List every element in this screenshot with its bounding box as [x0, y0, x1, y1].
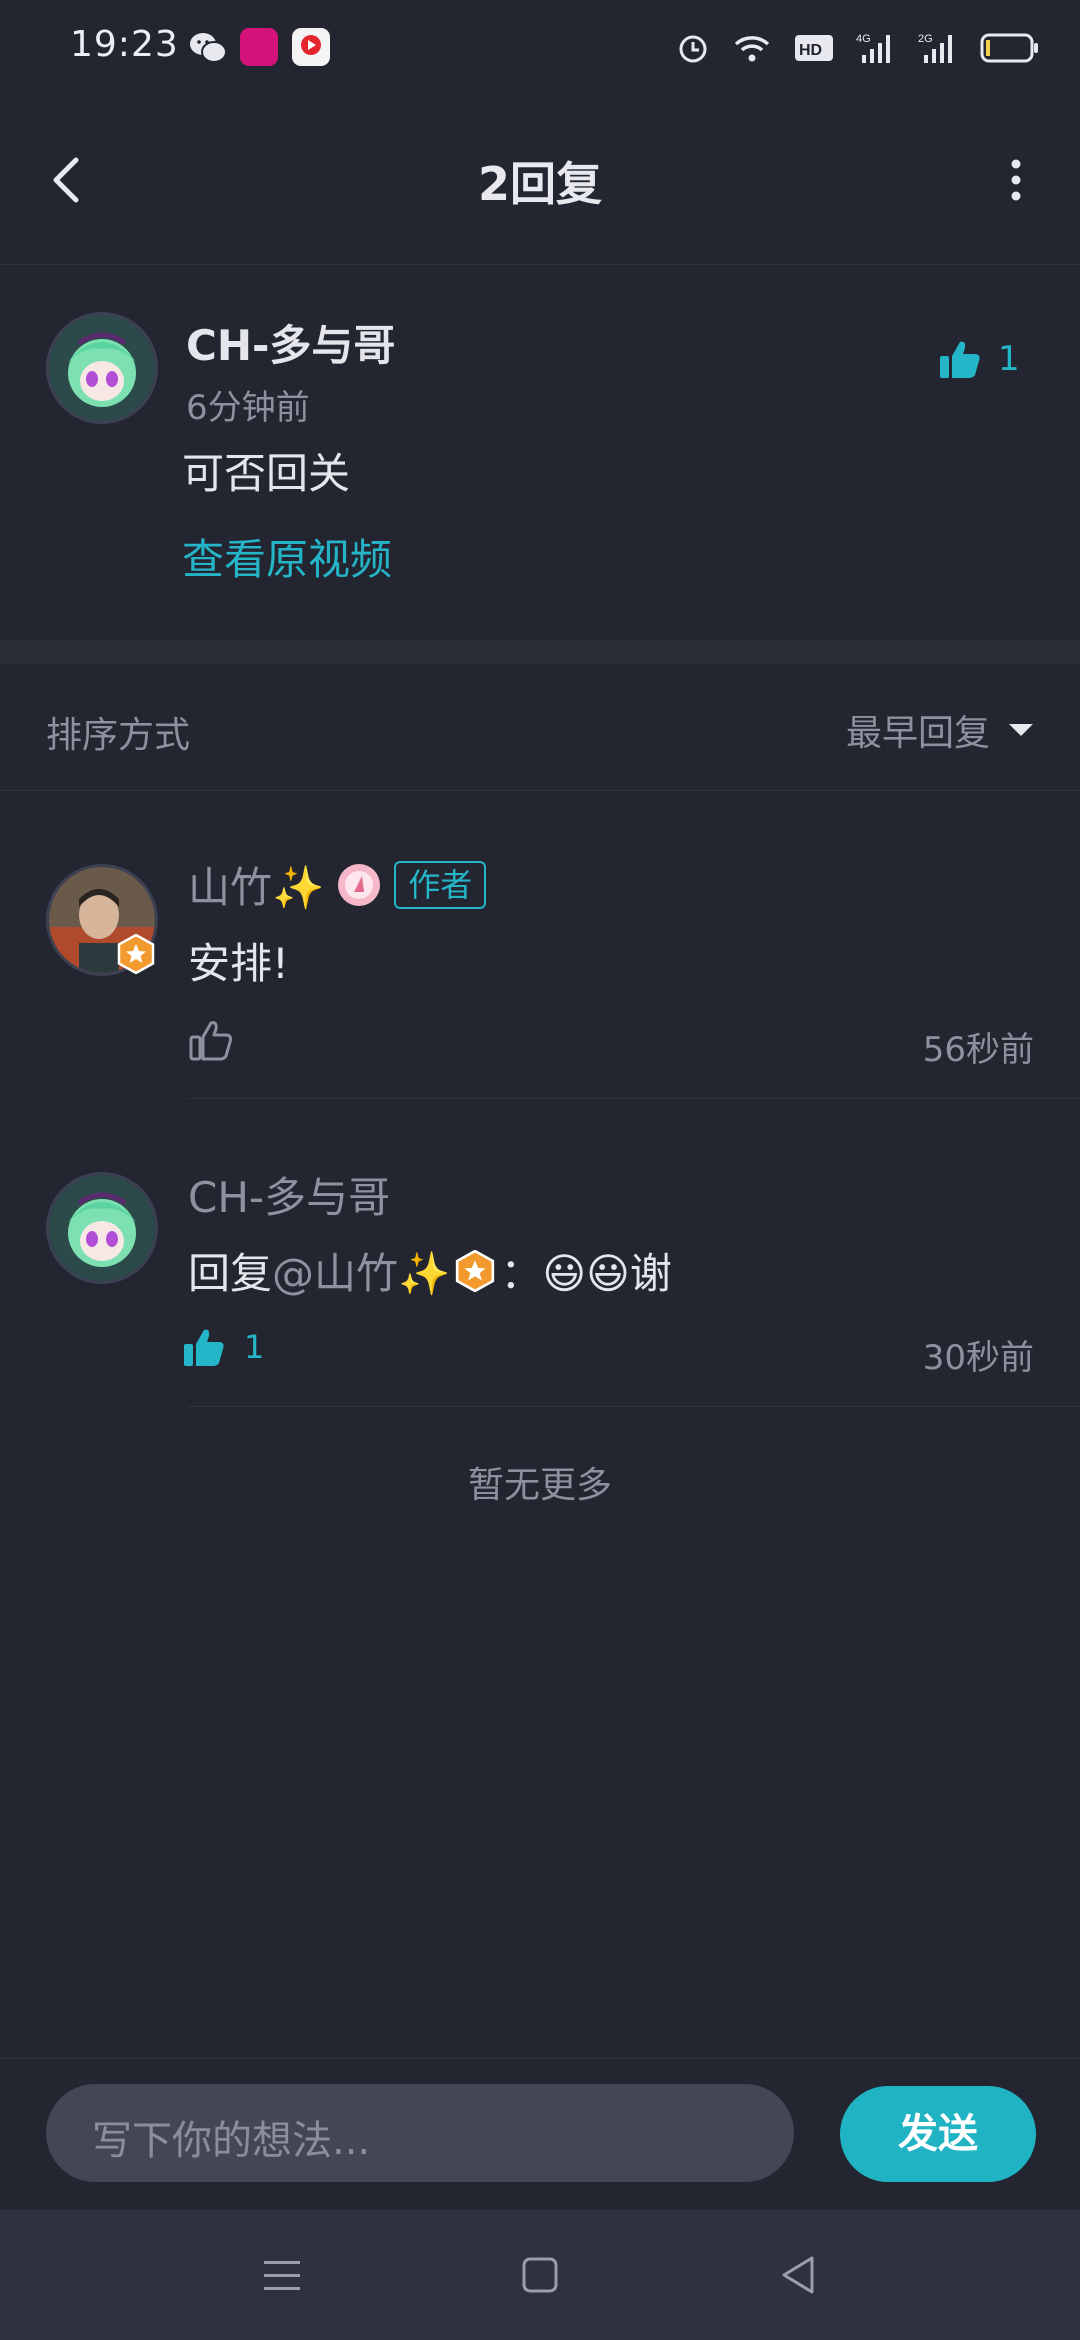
reply-like-count: 1 — [244, 1328, 265, 1366]
divider — [188, 1098, 1080, 1099]
comment-time: 6分钟前 — [186, 388, 310, 428]
reply-like-button[interactable]: 1 — [182, 1326, 264, 1368]
reply-like-button[interactable] — [188, 1018, 248, 1062]
back-nav-icon[interactable] — [778, 2254, 818, 2296]
divider — [188, 1406, 1080, 1407]
chevron-down-icon — [1009, 724, 1033, 736]
reply-text: 回复 @山竹✨ ：😃😃谢 — [188, 1240, 672, 1301]
medal-icon — [338, 863, 381, 906]
divider — [0, 790, 1080, 791]
reply-suffix: ：😃😃谢 — [500, 1249, 672, 1298]
signal-2g-icon: 2G — [918, 33, 952, 63]
svg-text:HD: HD — [799, 42, 822, 59]
view-original-video-link[interactable]: 查看原视频 — [182, 526, 392, 587]
author-badge: 作者 — [394, 860, 487, 909]
comment-author[interactable]: CH-多与哥 — [186, 312, 395, 373]
system-nav-bar — [0, 2210, 1080, 2340]
wechat-icon — [190, 33, 227, 63]
mention-link[interactable]: @山竹✨ — [272, 1240, 450, 1301]
home-icon[interactable] — [521, 2256, 559, 2294]
verified-badge-icon — [456, 1249, 495, 1292]
status-time: 19:23 — [70, 24, 179, 65]
like-count: 1 — [998, 339, 1020, 379]
reply-author[interactable]: 山竹✨ — [188, 854, 324, 915]
alarm-icon — [679, 35, 707, 63]
wifi-icon — [734, 36, 770, 62]
reply-time: 56秒前 — [922, 1030, 1034, 1070]
comment-text: 可否回关 — [182, 449, 351, 498]
sort-label: 排序方式 — [46, 715, 191, 756]
avatar[interactable] — [46, 1172, 158, 1284]
more-options-icon[interactable] — [988, 150, 1044, 210]
menu-icon[interactable] — [262, 2258, 302, 2294]
sort-dropdown[interactable]: 最早回复 — [846, 704, 1034, 756]
reply-time: 30秒前 — [922, 1338, 1034, 1378]
sort-selected: 最早回复 — [845, 713, 990, 754]
thumbs-up-outline-icon — [189, 1021, 233, 1061]
battery-icon — [980, 33, 1038, 63]
no-more-text: 暂无更多 — [467, 1465, 612, 1506]
hd-icon: HD — [795, 35, 833, 61]
reply-text: 安排! — [188, 939, 289, 988]
status-icons: HD 4G 2G — [676, 28, 1040, 68]
status-bar: 19:23 HD 4G 2G — [0, 0, 1080, 96]
like-button[interactable]: 1 — [938, 338, 1020, 380]
page-title: 2回复 — [477, 157, 602, 211]
comment-input-placeholder: 写下你的想法... — [92, 2118, 371, 2164]
section-divider — [0, 640, 1080, 664]
reply-header: 山竹✨ 作者 — [188, 854, 487, 915]
verified-badge-icon — [117, 934, 155, 974]
app-notification-icon — [240, 28, 278, 66]
send-button[interactable]: 发送 — [840, 2086, 1036, 2182]
reply-author[interactable]: CH-多与哥 — [188, 1164, 390, 1225]
svg-text:2G: 2G — [918, 33, 933, 45]
avatar[interactable] — [46, 312, 158, 424]
svg-text:4G: 4G — [856, 33, 871, 45]
thumbs-up-icon — [184, 1329, 224, 1366]
thumbs-up-icon — [940, 341, 980, 378]
video-app-icon — [292, 28, 330, 66]
reply-prefix: 回复 — [188, 1249, 273, 1298]
signal-4g-icon: 4G — [856, 33, 890, 63]
reply-item — [46, 864, 158, 976]
